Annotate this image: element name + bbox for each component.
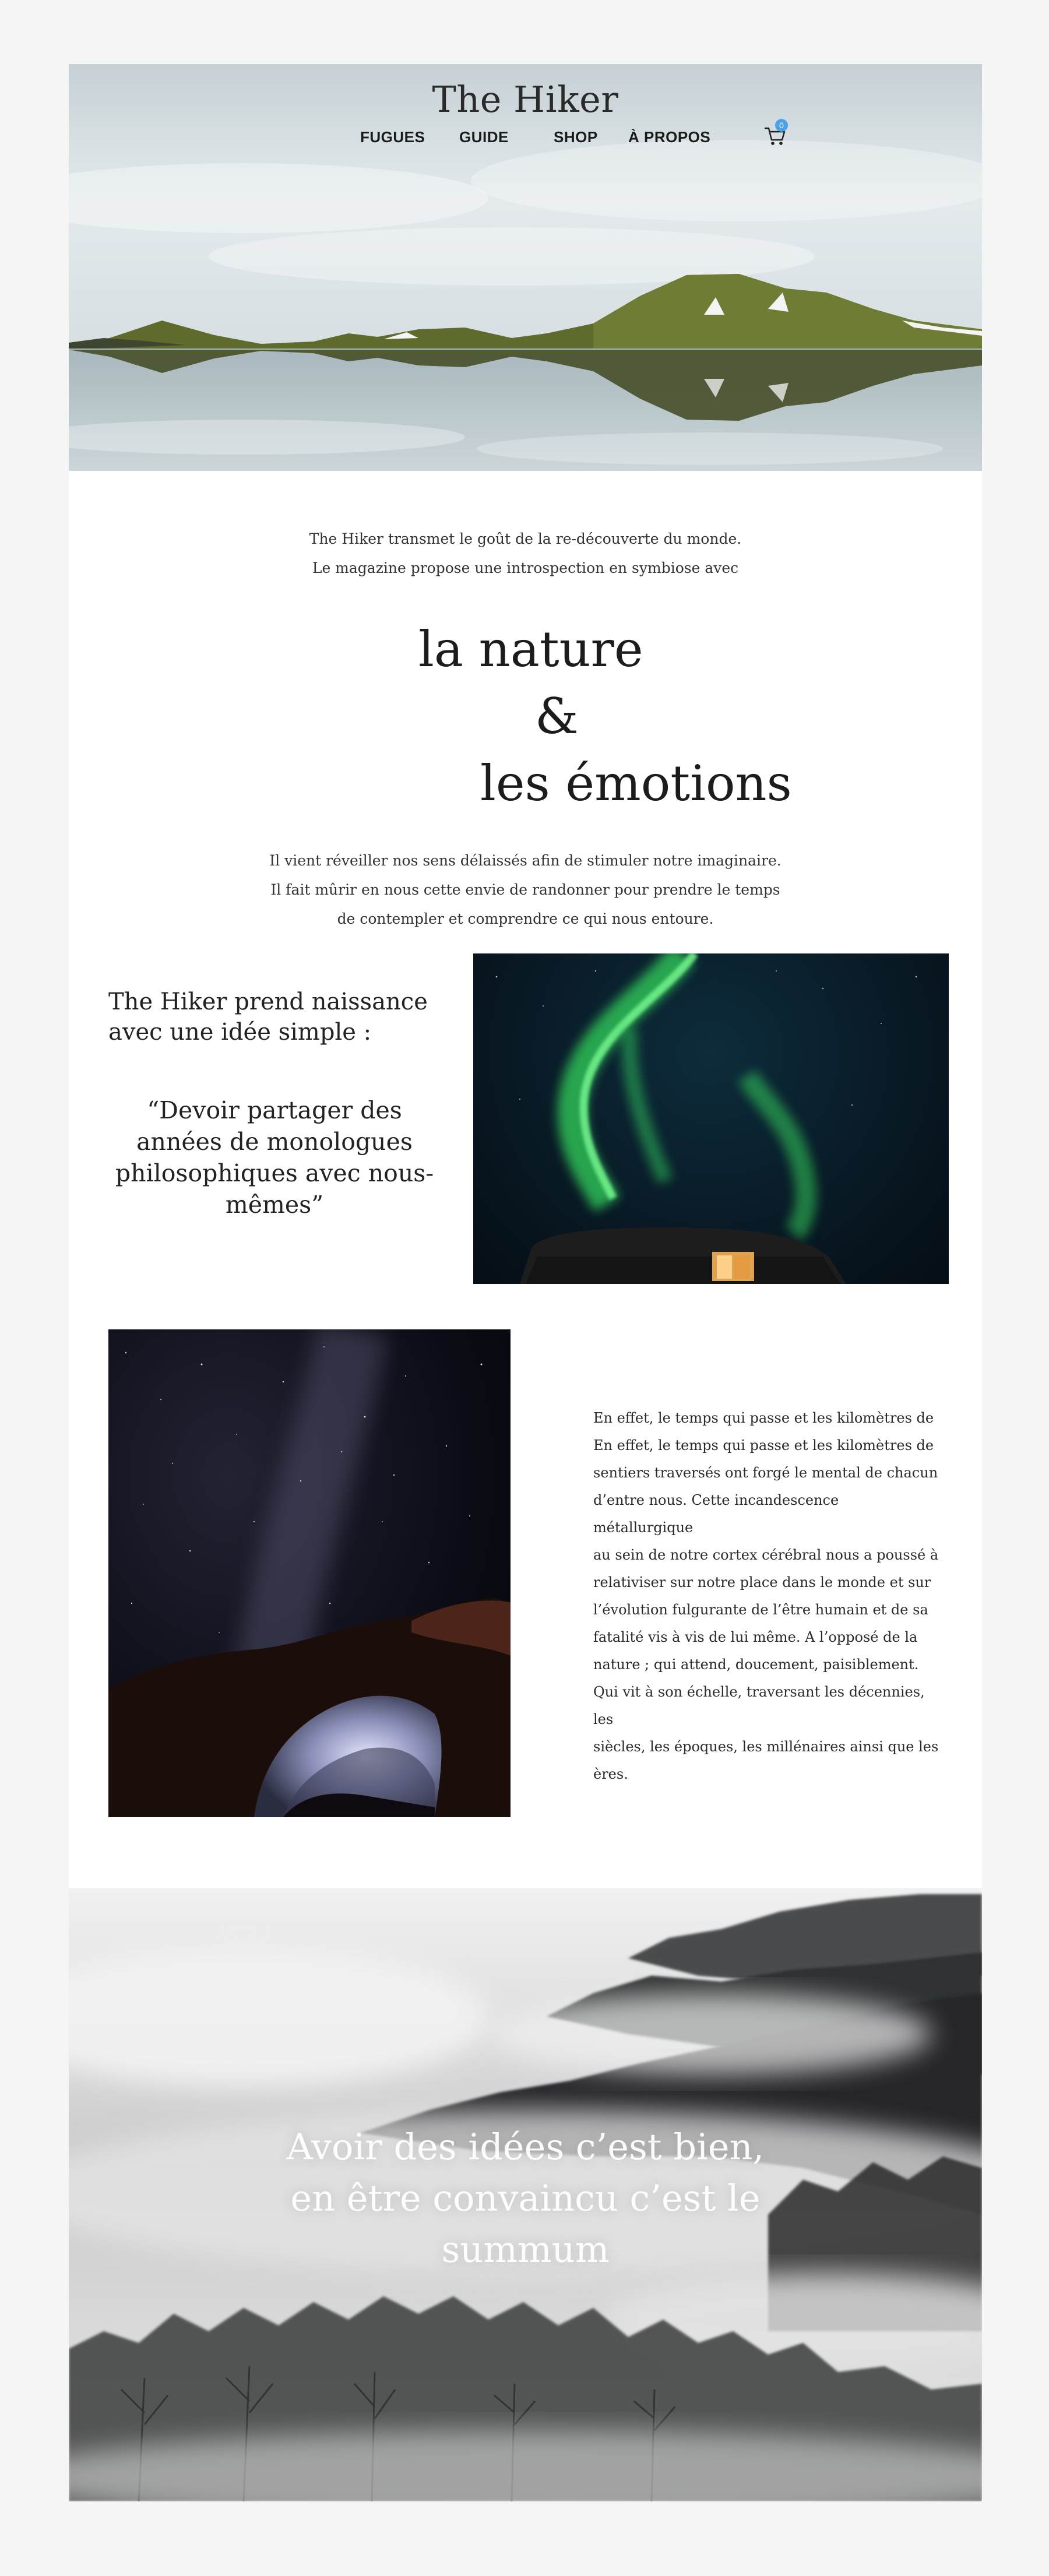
story-line: l’évolution fulgurante de l’être humain …	[593, 1602, 928, 1618]
fog-quote-line: en être convaincu c’est le	[290, 2177, 761, 2219]
nav-item-shop[interactable]: SHOP	[554, 128, 598, 146]
fog-quote-line: Avoir des idées c’est bien,	[286, 2125, 765, 2168]
cart-count-badge: 0	[775, 119, 788, 132]
intro-line: Il fait mûrir en nous cette envie de ran…	[270, 881, 780, 898]
fog-quote: Avoir des idées c’est bien, en être conv…	[69, 2121, 982, 2275]
highlight-nature: la nature	[418, 621, 643, 678]
intro-line: de contempler et comprendre ce qui nous …	[337, 910, 714, 927]
intro-line: The Hiker transmet le goût de la re-déco…	[309, 530, 742, 547]
site-logo[interactable]: The Hiker	[69, 78, 982, 121]
intro-line: Il vient réveiller nos sens délaissés af…	[269, 852, 782, 869]
hero-landscape-image	[69, 64, 982, 471]
intro-text: The Hiker transmet le goût de la re-déco…	[69, 525, 982, 583]
story-line: nature ; qui attend, doucement, paisible…	[593, 1656, 919, 1673]
nav-item-a-propos[interactable]: À PROPOS	[628, 128, 710, 146]
story-line: d’entre nous. Cette incandescence métall…	[593, 1492, 839, 1536]
stars	[495, 970, 917, 1106]
aurora-image	[473, 953, 949, 1284]
story-line: ères.	[593, 1766, 628, 1782]
cart-button[interactable]: 0	[762, 119, 788, 148]
nav-item-fugues[interactable]: FUGUES	[360, 128, 425, 146]
story-line: En effet, le temps qui passe et les kilo…	[593, 1410, 934, 1426]
story-line: relativiser sur notre place dans le mond…	[593, 1574, 931, 1590]
story-paragraph: En effet, le temps qui passe et les kilo…	[593, 1405, 943, 1788]
intro-line: Le magazine propose une introspection en…	[312, 559, 739, 576]
story-line: Qui vit à son échelle, traversant les dé…	[593, 1684, 925, 1727]
night-arch-illustration	[108, 1329, 511, 1817]
highlight-ampersand: &	[535, 688, 579, 745]
story-line: En effet, le temps qui passe et les kilo…	[593, 1437, 934, 1454]
section-lead: The Hiker prend naissance avec une idée …	[108, 988, 428, 1046]
story-line: au sein de notre cortex cérébral nous a …	[593, 1547, 939, 1563]
section-quote: “Devoir partager des années de monologue…	[115, 1096, 434, 1219]
hero-banner: The Hiker FUGUES GUIDE SHOP À PROPOS 0	[69, 64, 982, 471]
page: The Hiker FUGUES GUIDE SHOP À PROPOS 0 T…	[69, 64, 982, 2501]
story-line: fatalité vis à vis de lui même. A l’oppo…	[593, 1629, 918, 1645]
story-line: siècles, les époques, les millénaires ai…	[593, 1739, 939, 1755]
story-line: sentiers traversés ont forgé le mental d…	[593, 1465, 938, 1481]
intro-paragraph: Il vient réveiller nos sens délaissés af…	[69, 846, 982, 934]
night-arch-image	[108, 1329, 511, 1817]
nav-item-guide[interactable]: GUIDE	[459, 128, 509, 146]
aurora-illustration	[495, 953, 917, 1284]
highlight-emotions: les émotions	[480, 755, 792, 812]
fog-quote-line: summum	[441, 2228, 610, 2271]
fog-forest-banner: Avoir des idées c’est bien, en être conv…	[69, 1888, 982, 2501]
main-navigation: FUGUES GUIDE SHOP À PROPOS	[69, 128, 982, 152]
